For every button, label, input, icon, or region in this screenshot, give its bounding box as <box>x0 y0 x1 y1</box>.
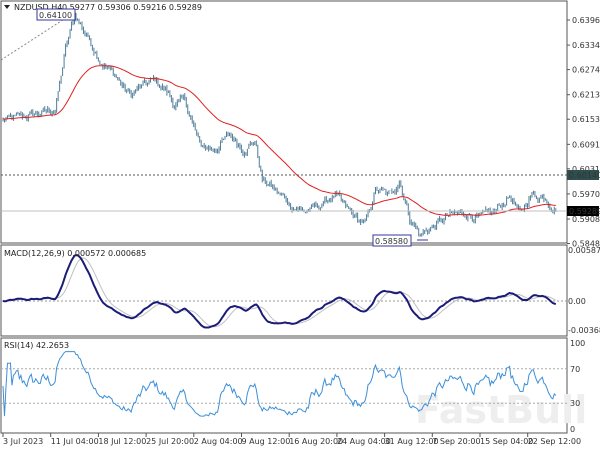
svg-text:0.58580: 0.58580 <box>375 237 408 246</box>
rsi-tick-label: 70 <box>570 365 580 374</box>
svg-text:0.59289: 0.59289 <box>569 207 600 216</box>
time-tick-label: 31 Aug 12:00 <box>385 437 439 446</box>
rsi-tick-label: 30 <box>570 399 580 408</box>
triangle-down-icon[interactable] <box>4 5 10 9</box>
moving-average-line <box>2 65 556 216</box>
level-price-tag: 0.60140 <box>567 170 600 180</box>
price-tick-label: 0.63960 <box>572 16 600 25</box>
time-tick-label: 18 Jul 12:00 <box>98 437 146 446</box>
price-tick-label: 0.63345 <box>572 41 600 50</box>
time-tick-label: 9 Aug 12:00 <box>242 437 291 446</box>
time-tick-label: 15 Sep 04:00 <box>480 437 533 446</box>
price-bars <box>0 12 567 241</box>
rsi-tick-label: 0 <box>570 425 575 434</box>
ohlc-values: 0.59277 0.59306 0.59216 0.59289 <box>62 3 202 12</box>
time-tick-label: 24 Aug 04:00 <box>337 437 391 446</box>
macd-tick-label: 0.005878 <box>568 246 600 255</box>
price-tick-label: 0.59085 <box>572 215 600 224</box>
time-tick-label: 3 Jul 2023 <box>3 437 43 446</box>
rsi-title: RSI(14) 42.2653 <box>4 341 69 350</box>
rsi-tick-label: 100 <box>570 339 585 348</box>
time-tick-label: 16 Aug 20:00 <box>289 437 343 446</box>
time-tick-label: 7 Sep 20:00 <box>432 437 480 446</box>
watermark-logo: FastBull <box>415 388 587 432</box>
price-tick-label: 0.61530 <box>572 115 600 124</box>
time-tick-label: 2 Aug 04:00 <box>194 437 243 446</box>
macd-main-line <box>2 254 557 329</box>
price-tick-label: 0.60915 <box>572 140 600 149</box>
svg-text:0.64100: 0.64100 <box>39 11 72 20</box>
low-label[interactable]: 0.58580 <box>372 234 412 247</box>
time-tick-label: 11 Jul 04:00 <box>51 437 99 446</box>
trading-chart[interactable]: FastBull 0.639600.633450.627450.621300.6… <box>0 0 600 450</box>
svg-text:0.60140: 0.60140 <box>569 171 600 180</box>
high-label[interactable]: 0.64100 <box>36 8 76 21</box>
macd-title: MACD(12,26,9) 0.000572 0.000685 <box>4 249 146 258</box>
price-tick-label: 0.62130 <box>572 91 600 100</box>
time-tick-label: 25 Jul 20:00 <box>146 437 194 446</box>
main-panel[interactable] <box>0 0 568 244</box>
time-tick-label: 22 Sep 12:00 <box>528 437 581 446</box>
macd-tick-label: 0.00 <box>568 297 586 306</box>
price-tick-label: 0.62745 <box>572 66 600 75</box>
macd-tick-label: -0.00368 <box>568 326 600 335</box>
trend-line <box>0 13 73 61</box>
axes: 0.63960 0.63345 0.62745 0.62130 0.61530 0.609… <box>2 16 600 446</box>
macd-lines <box>1 254 567 329</box>
price-tick-label: 0.59700 <box>572 190 600 199</box>
last-price-tag: 0.59289 <box>567 206 600 216</box>
